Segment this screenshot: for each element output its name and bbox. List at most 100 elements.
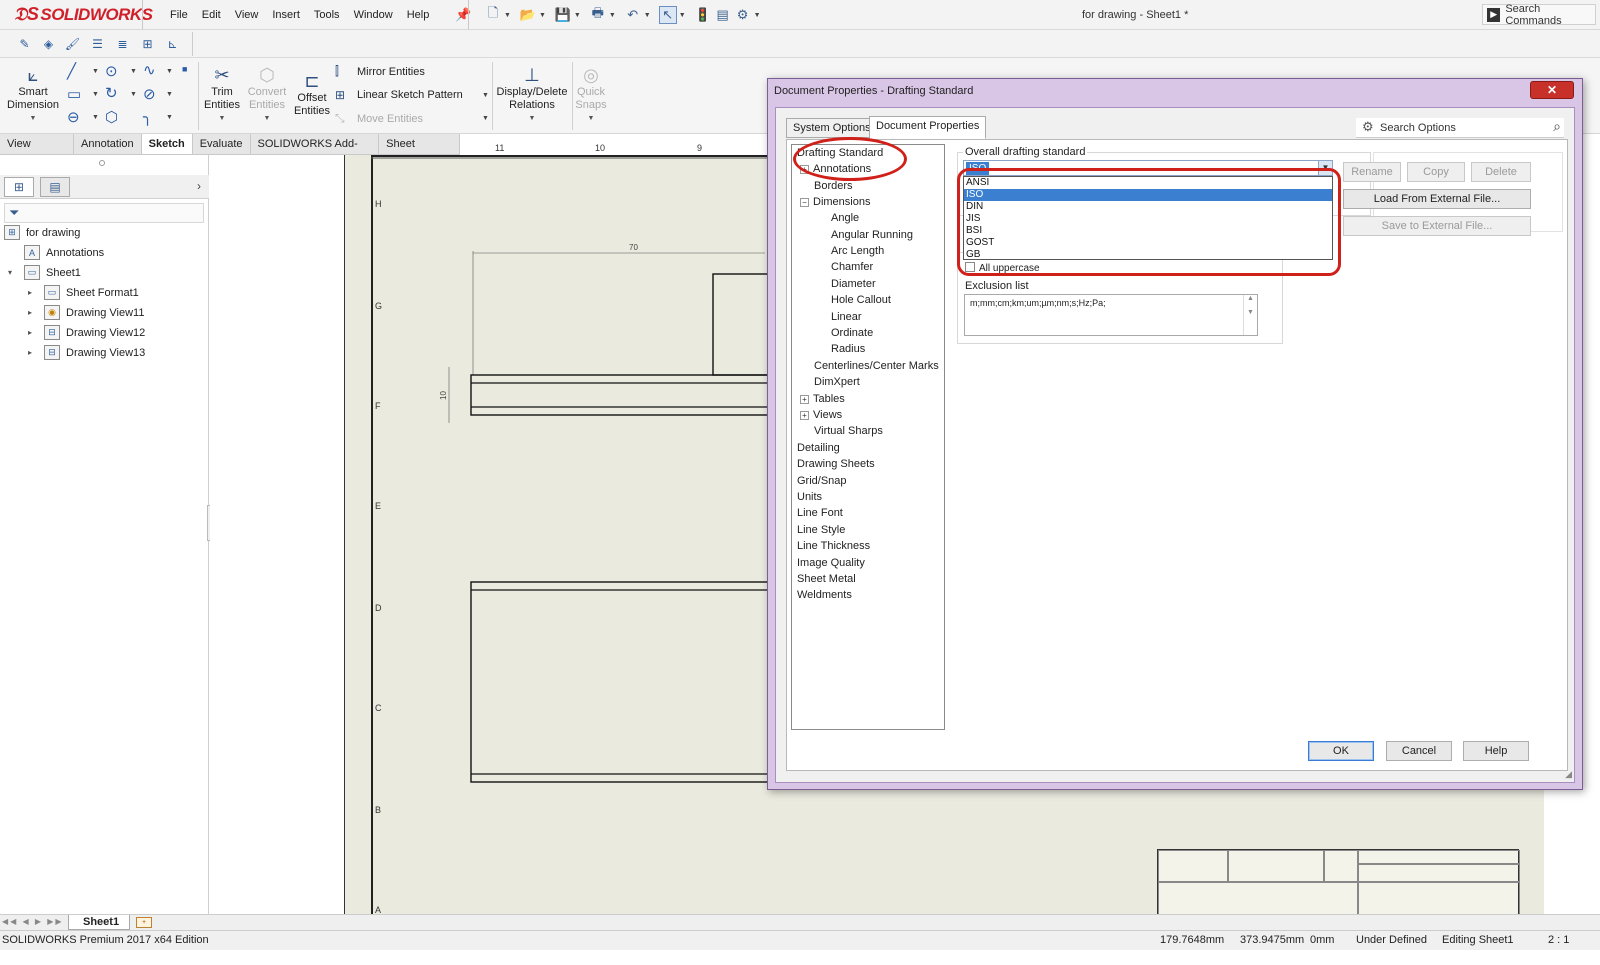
offset-entities-button[interactable]: ⊏ Offset Entities xyxy=(292,70,332,118)
tree-root[interactable]: ⊞ for drawing xyxy=(4,225,80,240)
chevron-down-icon[interactable]: ▼ xyxy=(6,112,60,125)
tree-item-radius[interactable]: Radius xyxy=(831,343,865,355)
convert-entities-button[interactable]: ⬡ Convert Entities ▼ xyxy=(245,64,289,125)
tree-item-chamfer[interactable]: Chamfer xyxy=(831,261,873,273)
expand-icon[interactable]: + xyxy=(800,411,809,420)
add-sheet-icon[interactable]: + xyxy=(136,917,152,928)
rename-button[interactable]: Rename xyxy=(1343,162,1401,182)
search-commands-box[interactable]: ▶ Search Commands xyxy=(1482,3,1596,27)
tree-item-tables[interactable]: + Tables xyxy=(800,393,845,405)
tree-item-detailing[interactable]: Detailing xyxy=(797,442,840,454)
quick-snaps-button[interactable]: ◎ Quick Snaps ▼ xyxy=(574,64,608,125)
tree-item-drawing-view13[interactable]: ▸ ⊟ Drawing View13 xyxy=(28,345,145,360)
tab-sheet-format[interactable]: Sheet Format xyxy=(379,134,460,170)
color-display-mode-icon[interactable]: ⊾ xyxy=(164,36,181,52)
tree-item-line-style[interactable]: Line Style xyxy=(797,524,845,536)
scale-status[interactable]: 2 : 1 xyxy=(1548,934,1569,946)
tree-item-sheet1[interactable]: ▾ ▭ Sheet1 xyxy=(8,265,81,280)
title-block[interactable] xyxy=(1157,849,1520,916)
chevron-down-icon[interactable]: ▼ xyxy=(166,91,173,98)
new-document-icon[interactable]: 🗋 xyxy=(484,5,502,24)
chevron-down-icon[interactable]: ▼ xyxy=(166,114,173,121)
fillet-icon[interactable]: ╮ xyxy=(143,108,152,126)
line-icon[interactable]: ╱ xyxy=(67,62,76,80)
chevron-down-icon[interactable]: ▼ xyxy=(539,12,546,19)
tree-item-drawing-sheets[interactable]: Drawing Sheets xyxy=(797,458,875,470)
chevron-down-icon[interactable]: ▼ xyxy=(574,12,581,19)
expand-icon[interactable]: ▸ xyxy=(28,308,38,317)
menu-edit[interactable]: Edit xyxy=(202,9,221,21)
rectangle-icon[interactable]: ▭ xyxy=(67,85,81,103)
tree-item-image-quality[interactable]: Image Quality xyxy=(797,557,865,569)
slot-icon[interactable]: ⊖ xyxy=(67,108,80,126)
tab-view-layout[interactable]: View Layout xyxy=(0,134,75,170)
chevron-down-icon[interactable]: ▼ xyxy=(482,92,489,99)
delete-button[interactable]: Delete xyxy=(1471,162,1531,182)
chevron-down-icon[interactable]: ▼ xyxy=(574,112,608,125)
chevron-down-icon[interactable]: ▼ xyxy=(644,12,651,19)
menu-insert[interactable]: Insert xyxy=(272,9,300,21)
point-icon[interactable]: ■ xyxy=(182,64,187,74)
search-icon[interactable]: ⌕ xyxy=(1553,118,1561,135)
chevron-down-icon[interactable]: ▼ xyxy=(679,12,686,19)
save-icon[interactable]: 💾 xyxy=(554,6,572,24)
ok-button[interactable]: OK xyxy=(1308,741,1374,761)
property-manager-tab-icon[interactable]: ▤ xyxy=(40,177,70,197)
tree-item-linear[interactable]: Linear xyxy=(831,311,862,323)
layer-icon[interactable]: ◈ xyxy=(40,36,57,52)
select-cursor-icon[interactable]: ↖ xyxy=(658,6,677,24)
file-properties-icon[interactable]: ▤ xyxy=(714,6,732,24)
copy-button[interactable]: Copy xyxy=(1407,162,1465,182)
move-entities-button[interactable]: ⤡ Move Entities xyxy=(335,111,423,126)
tree-item-hole-callout[interactable]: Hole Callout xyxy=(831,294,891,306)
tree-item-dimensions[interactable]: − Dimensions xyxy=(800,196,870,208)
chevron-down-icon[interactable]: ▼ xyxy=(245,112,289,125)
help-button[interactable]: Help xyxy=(1463,741,1529,761)
solidworks-logo[interactable]: 𝔇S SOLIDWORKS xyxy=(14,4,153,25)
undo-icon[interactable]: ↶ xyxy=(624,6,642,24)
feature-manager-tab-icon[interactable]: ⊞ xyxy=(4,177,34,197)
chevron-down-icon[interactable]: ▼ xyxy=(496,112,568,125)
line-style-icon[interactable]: ≣ xyxy=(114,36,131,52)
tree-item-arc-length[interactable]: Arc Length xyxy=(831,245,884,257)
menu-file[interactable]: File xyxy=(170,9,188,21)
collapse-icon[interactable]: ▾ xyxy=(8,268,18,277)
tab-annotation[interactable]: Annotation xyxy=(74,134,142,154)
chevron-right-icon[interactable]: › xyxy=(197,179,201,193)
sheet-tab-sheet1[interactable]: Sheet1 xyxy=(68,915,130,930)
tree-item-views[interactable]: + Views xyxy=(800,409,842,421)
tree-item-line-thickness[interactable]: Line Thickness xyxy=(797,540,870,552)
chevron-down-icon[interactable]: ▼ xyxy=(130,68,137,75)
load-from-external-file-button[interactable]: Load From External File... xyxy=(1343,189,1531,209)
spline-icon[interactable]: ∿ xyxy=(143,61,156,79)
sketch-tool-icon[interactable]: ✎ xyxy=(16,36,33,52)
open-icon[interactable]: 📂 xyxy=(519,6,537,24)
menu-view[interactable]: View xyxy=(235,9,259,21)
tab-sketch[interactable]: Sketch xyxy=(141,134,193,154)
dimension-label[interactable]: 70 xyxy=(629,243,638,252)
tree-item-sheet-format1[interactable]: ▸ ▭ Sheet Format1 xyxy=(28,285,139,300)
resize-grip-icon[interactable]: ◢ xyxy=(1565,769,1572,780)
tab-system-options[interactable]: System Options xyxy=(786,118,878,138)
chevron-down-icon[interactable]: ▼ xyxy=(92,114,99,121)
chevron-down-icon[interactable]: ▼ xyxy=(754,12,761,19)
dimension-label[interactable]: 10 xyxy=(439,391,448,400)
menu-window[interactable]: Window xyxy=(354,9,393,21)
expand-icon[interactable]: ▸ xyxy=(28,328,38,337)
polygon-hex-icon[interactable]: ⬡ xyxy=(105,108,118,126)
save-to-external-file-button[interactable]: Save to External File... xyxy=(1343,216,1531,236)
chevron-down-icon[interactable]: ▼ xyxy=(504,12,511,19)
options-gear-icon[interactable]: ⚙ xyxy=(734,6,752,24)
collapse-icon[interactable]: − xyxy=(800,198,809,207)
tree-item-diameter[interactable]: Diameter xyxy=(831,278,876,290)
polygon-icon[interactable]: ⊘ xyxy=(143,85,156,103)
expand-icon[interactable]: ▸ xyxy=(28,348,38,357)
tree-item-grid-snap[interactable]: Grid/Snap xyxy=(797,475,847,487)
tree-item-weldments[interactable]: Weldments xyxy=(797,589,852,601)
panel-grip-icon[interactable] xyxy=(99,160,105,166)
hide-show-edges-icon[interactable]: ⊞ xyxy=(139,36,156,52)
exclusion-list-field[interactable]: m;mm;cm;km;um;µm;nm;s;Hz;Pa; ▲ ▼ xyxy=(964,294,1258,336)
expand-icon[interactable]: + xyxy=(800,395,809,404)
tree-item-angle[interactable]: Angle xyxy=(831,212,859,224)
tree-item-sheet-metal[interactable]: Sheet Metal xyxy=(797,573,856,585)
